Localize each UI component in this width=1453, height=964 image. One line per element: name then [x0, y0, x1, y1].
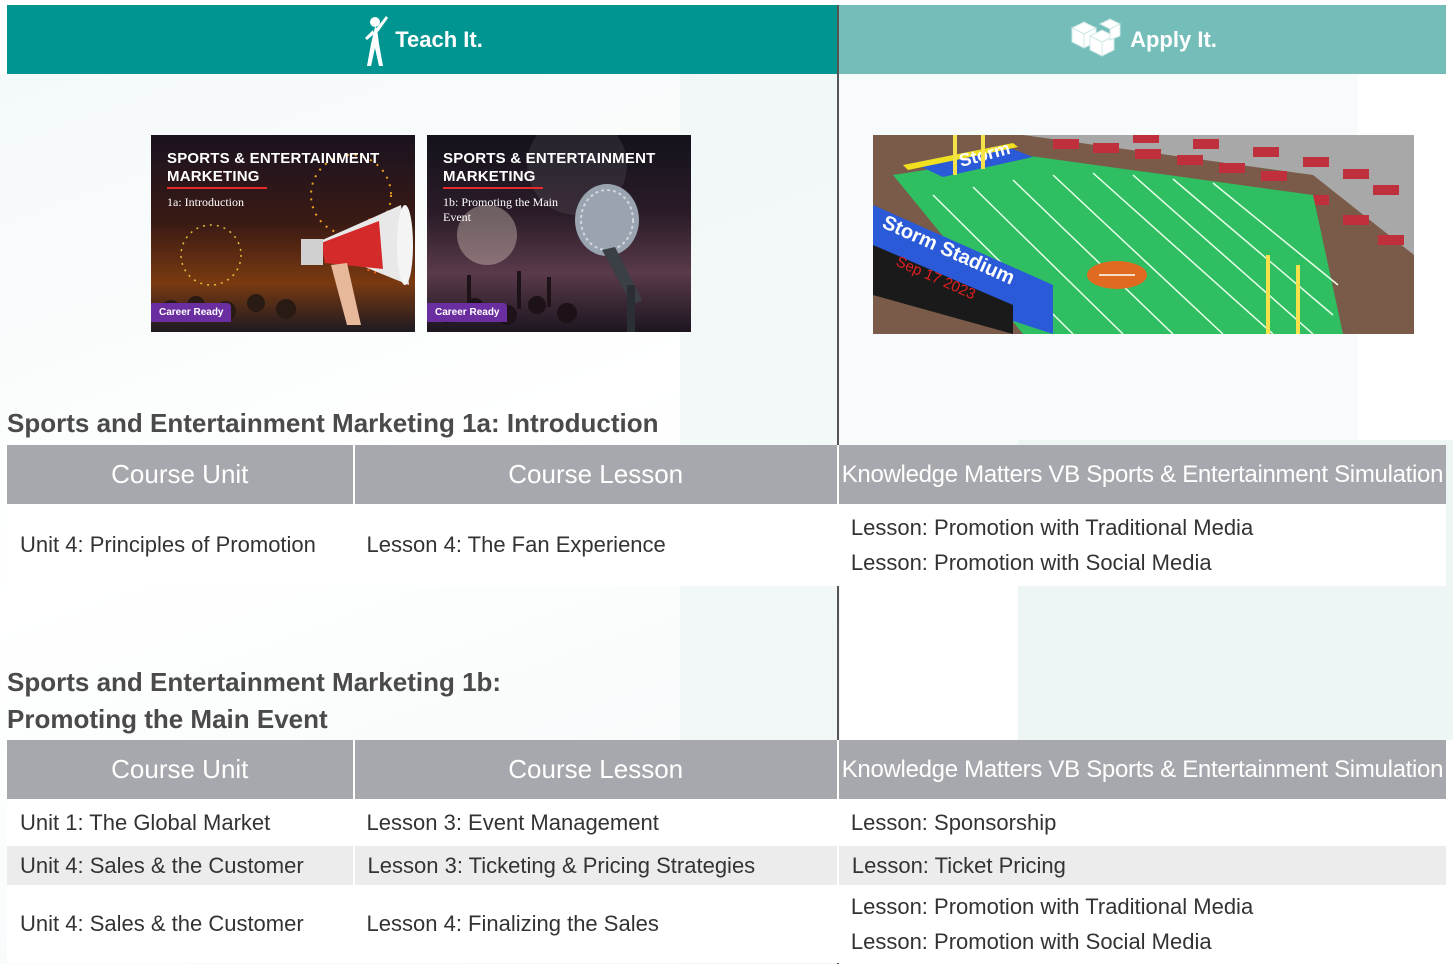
- course-lesson-cell: Lesson 3: Event Management: [353, 799, 838, 846]
- course-unit-cell: Unit 4: Sales & the Customer: [7, 846, 355, 885]
- simulation-lesson: Lesson: Promotion with Traditional Media: [850, 894, 1254, 919]
- table-row: Unit 1: The Global Market Lesson 3: Even…: [7, 799, 1446, 846]
- section-1b-title-line1: Sports and Entertainment Marketing 1b:: [7, 667, 502, 697]
- section-1b-title-line2: Promoting the Main Event: [7, 704, 328, 734]
- thumbnail-subtitle: 1a: Introduction: [167, 195, 244, 209]
- career-ready-badge: Career Ready: [427, 303, 508, 322]
- course-lesson-cell: Lesson 4: The Fan Experience: [353, 504, 838, 586]
- course-unit-header: Course Unit: [7, 740, 355, 799]
- course-thumbnail-1b[interactable]: SPORTS & ENTERTAINMENT MARKETING 1b: Pro…: [427, 135, 691, 332]
- course-unit-cell: Unit 4: Sales & the Customer: [7, 885, 354, 963]
- table-row: Unit 4: Sales & the Customer Lesson 4: F…: [7, 885, 1446, 963]
- course-lesson-header: Course Lesson: [353, 445, 839, 504]
- thumbnail-title: SPORTS & ENTERTAINMENT MARKETING: [443, 150, 656, 185]
- apply-it-header: Apply It.: [839, 5, 1446, 74]
- table-row: Unit 4: Principles of Promotion Lesson 4…: [7, 504, 1446, 586]
- course-lesson-header: Course Lesson: [353, 740, 839, 799]
- title-underline: [167, 187, 267, 189]
- simulation-cell: Lesson: Sponsorship: [837, 799, 1446, 846]
- course-lesson-cell: Lesson 3: Ticketing & Pricing Strategies: [353, 846, 839, 885]
- section-1a-title: Sports and Entertainment Marketing 1a: I…: [7, 408, 659, 438]
- teacher-figure-icon: [365, 15, 389, 66]
- simulation-cell: Lesson: Promotion with Traditional Media…: [837, 885, 1446, 963]
- simulation-header: Knowledge Matters VB Sports & Entertainm…: [837, 445, 1446, 504]
- teach-it-header: Teach It.: [7, 5, 837, 74]
- course-unit-cell: Unit 1: The Global Market: [7, 799, 354, 846]
- course-unit-header: Course Unit: [7, 445, 355, 504]
- simulation-cell: Lesson: Ticket Pricing: [837, 846, 1446, 885]
- course-unit-cell: Unit 4: Principles of Promotion: [7, 504, 354, 586]
- simulation-lesson: Lesson: Promotion with Social Media: [850, 929, 1212, 954]
- simulation-header: Knowledge Matters VB Sports & Entertainm…: [837, 740, 1446, 799]
- simulation-lesson: Lesson: Promotion with Social Media: [850, 550, 1212, 575]
- career-ready-badge: Career Ready: [151, 303, 232, 322]
- course-thumbnail-1a[interactable]: SPORTS & ENTERTAINMENT MARKETING 1a: Int…: [151, 135, 415, 332]
- cubes-icon: [1070, 17, 1122, 57]
- simulation-lesson: Lesson: Promotion with Traditional Media: [850, 515, 1254, 540]
- course-lesson-cell: Lesson 4: Finalizing the Sales: [353, 885, 838, 963]
- table-row: Unit 4: Sales & the Customer Lesson 3: T…: [7, 846, 1446, 885]
- simulation-cell: Lesson: Promotion with Traditional Media…: [837, 504, 1446, 586]
- apply-it-title: Apply It.: [1130, 26, 1217, 52]
- thumbnail-title: SPORTS & ENTERTAINMENT MARKETING: [167, 150, 380, 185]
- teach-it-title: Teach It.: [395, 26, 483, 52]
- section-1b-table: Course Unit Course Lesson Knowledge Matt…: [7, 740, 1446, 963]
- section-1a-table: Course Unit Course Lesson Knowledge Matt…: [7, 445, 1446, 586]
- stadium-simulation-image[interactable]: Storm Storm Stadium Sep 17 2023: [873, 135, 1414, 334]
- thumbnail-subtitle: 1b: Promoting the Main Event: [443, 195, 558, 224]
- title-underline: [443, 187, 543, 189]
